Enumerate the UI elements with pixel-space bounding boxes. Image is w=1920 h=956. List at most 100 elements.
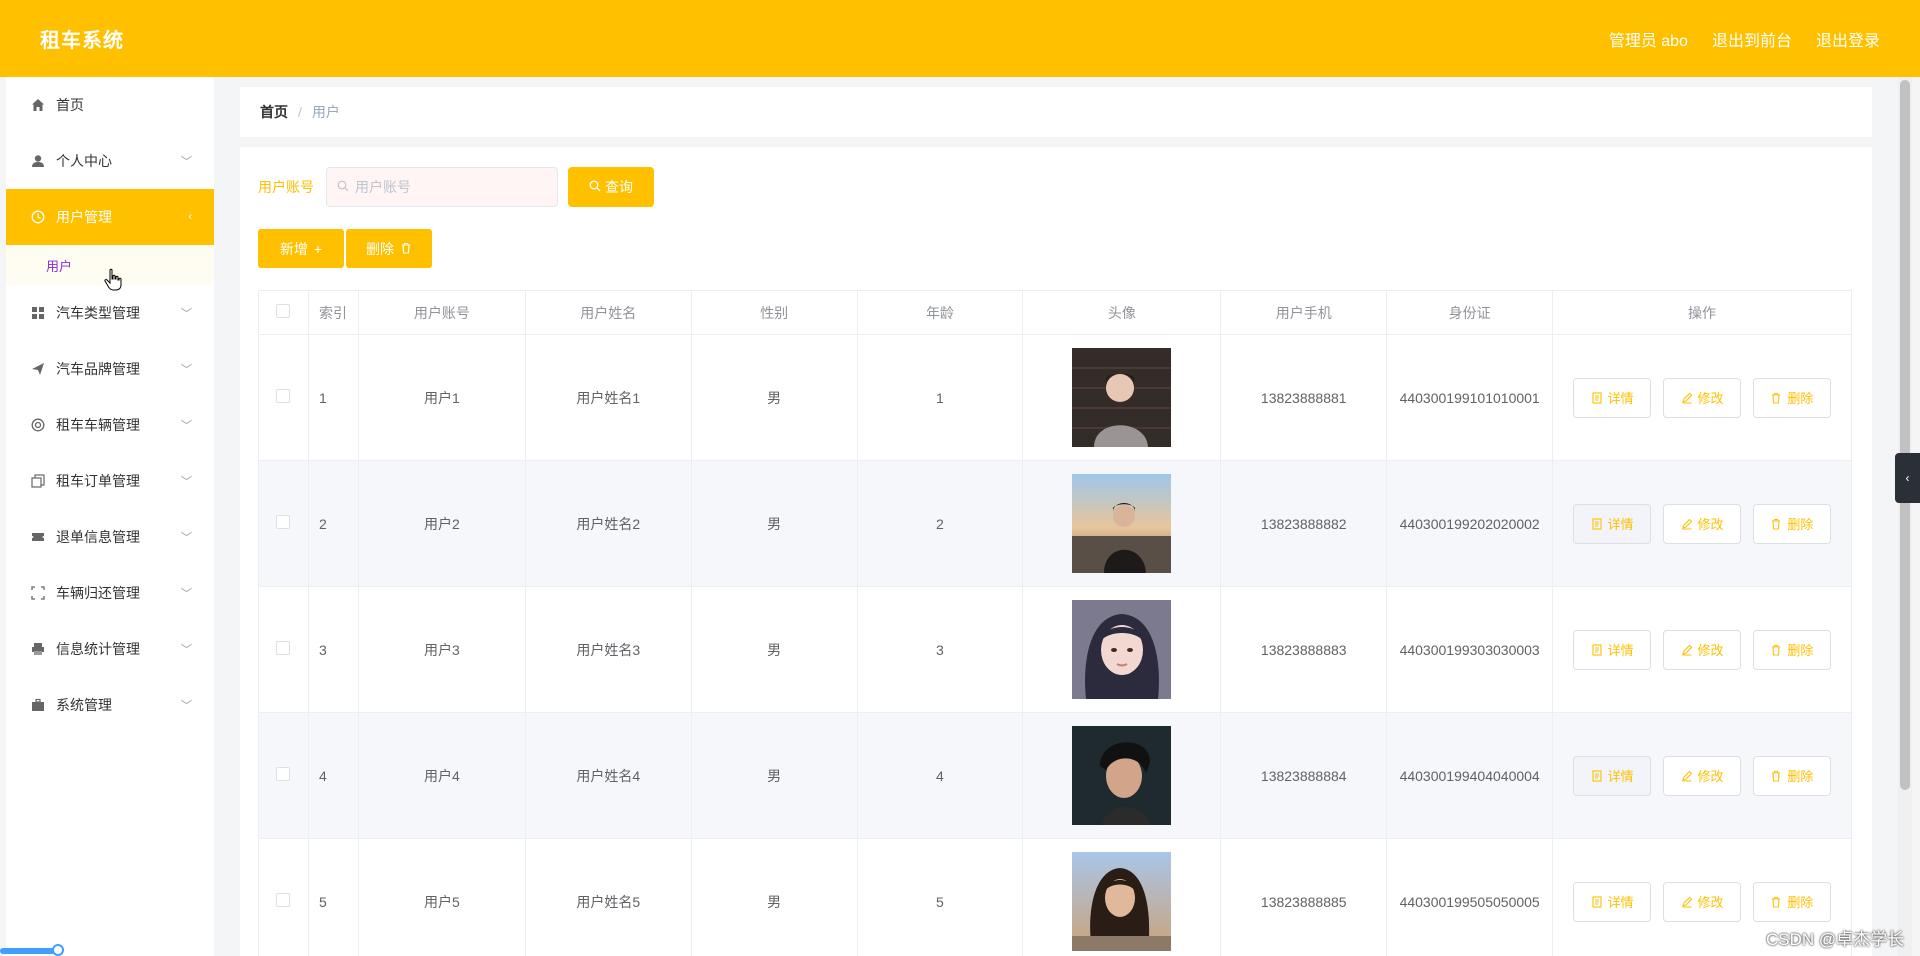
row-select-cell (258, 712, 309, 839)
row-select-cell (258, 586, 309, 713)
sidebar-item-statistics[interactable]: 信息统计管理 ﹀ (6, 621, 214, 677)
user-icon (30, 153, 46, 169)
avatar[interactable] (1072, 726, 1172, 825)
row-checkbox[interactable] (276, 893, 291, 907)
cell-operations: 详情 修改 删除 (1552, 460, 1852, 587)
detail-label: 详情 (1607, 769, 1634, 784)
batch-delete-button[interactable]: 删除 (346, 229, 432, 268)
cell-name: 用户姓名4 (525, 712, 692, 839)
avatar[interactable] (1072, 348, 1172, 447)
row-checkbox[interactable] (276, 767, 291, 781)
select-all-checkbox[interactable] (276, 304, 291, 318)
avatar[interactable] (1072, 852, 1172, 951)
sidebar-item-home[interactable]: 首页 (6, 77, 214, 133)
sidebar-item-car-brand[interactable]: 汽车品牌管理 ﹀ (6, 341, 214, 397)
edit-button[interactable]: 修改 (1663, 629, 1742, 670)
detail-button[interactable]: 详情 (1573, 629, 1652, 670)
detail-label: 详情 (1607, 517, 1634, 532)
sidebar-item-profile[interactable]: 个人中心 ﹀ (6, 133, 214, 189)
delete-button[interactable]: 删除 (1752, 377, 1831, 418)
table-row: 4 用户4 用户姓名4 男 4 13823888884 440300199404… (258, 712, 1852, 839)
sidebar-item-label: 系统管理 (56, 697, 112, 713)
breadcrumb: 首页 / 用户 (240, 87, 1872, 137)
cell-idcard: 440300199404040004 (1386, 712, 1554, 839)
to-front-link[interactable]: 退出到前台 (1712, 27, 1792, 51)
cell-name: 用户姓名5 (525, 838, 692, 956)
document-icon (1592, 895, 1602, 908)
edit-button[interactable]: 修改 (1663, 377, 1742, 418)
sidebar-item-vehicle-return[interactable]: 车辆归还管理 ﹀ (6, 565, 214, 621)
edit-button[interactable]: 修改 (1663, 881, 1742, 922)
logout-link[interactable]: 退出登录 (1816, 27, 1880, 51)
cell-operations: 详情 修改 删除 (1552, 712, 1852, 839)
column-header: 性别 (691, 290, 858, 335)
detail-button[interactable]: 详情 (1573, 377, 1652, 418)
row-checkbox[interactable] (276, 641, 291, 655)
cell-phone: 13823888883 (1220, 586, 1388, 713)
delete-label: 删除 (1787, 769, 1814, 784)
edit-button[interactable]: 修改 (1663, 755, 1742, 796)
row-select-cell (258, 838, 309, 956)
table-row: 5 用户5 用户姓名5 男 5 13823888885 440300199505… (258, 838, 1852, 956)
breadcrumb-home[interactable]: 首页 (260, 102, 288, 122)
row-checkbox[interactable] (276, 515, 291, 529)
sidebar-item-label: 租车车辆管理 (56, 417, 140, 433)
query-button[interactable]: 查询 (568, 167, 654, 207)
cell-avatar (1022, 460, 1222, 587)
chevron-left-icon: ‹ (188, 211, 192, 223)
lifebuoy-icon (30, 417, 46, 433)
row-select-cell (258, 334, 309, 461)
cell-gender: 男 (691, 712, 858, 839)
sidebar-item-rental-order[interactable]: 租车订单管理 ﹀ (6, 453, 214, 509)
delete-label: 删除 (1787, 391, 1814, 406)
delete-button[interactable]: 删除 (1752, 629, 1831, 670)
chevron-down-icon: ﹀ (181, 532, 192, 544)
detail-button[interactable]: 详情 (1573, 881, 1652, 922)
cell-gender: 男 (691, 460, 858, 587)
chevron-left-icon: ‹ (1905, 471, 1910, 485)
sidebar-item-system[interactable]: 系统管理 ﹀ (6, 677, 214, 733)
cell-account: 用户5 (358, 838, 526, 956)
scrollbar-thumb[interactable] (1900, 80, 1910, 790)
avatar[interactable] (1072, 600, 1172, 699)
cell-phone: 13823888882 (1220, 460, 1388, 587)
delete-button[interactable]: 删除 (1752, 503, 1831, 544)
document-icon (1592, 643, 1602, 656)
cell-idcard: 440300199101010001 (1386, 334, 1554, 461)
cell-age: 3 (857, 586, 1024, 713)
delete-button[interactable]: 删除 (1752, 881, 1831, 922)
admin-label: 管理员 abo (1608, 32, 1688, 50)
chevron-down-icon: ﹀ (181, 476, 192, 488)
cell-operations: 详情 修改 删除 (1552, 334, 1852, 461)
sidebar-item-refund[interactable]: 退单信息管理 ﹀ (6, 509, 214, 565)
search-icon (589, 179, 601, 195)
edit-icon (1681, 896, 1692, 908)
delete-button[interactable]: 删除 (1752, 755, 1831, 796)
detail-button[interactable]: 详情 (1573, 755, 1652, 796)
collapse-toggle[interactable]: ‹ (1895, 453, 1920, 503)
row-checkbox[interactable] (276, 389, 291, 403)
sidebar-item-rental-vehicle[interactable]: 租车车辆管理 ﹀ (6, 397, 214, 453)
add-button[interactable]: 新增 + (258, 229, 344, 268)
sidebar-item-label: 用户管理 (56, 209, 112, 225)
cell-phone: 13823888884 (1220, 712, 1388, 839)
ticket-icon (30, 529, 46, 545)
progress-handle[interactable] (52, 944, 64, 956)
cell-index: 1 (308, 334, 359, 461)
edit-button[interactable]: 修改 (1663, 503, 1742, 544)
header-actions: 管理员 abo 退出到前台 退出登录 (1609, 27, 1880, 51)
document-icon (1592, 517, 1602, 530)
search-input-wrapper[interactable] (326, 167, 558, 207)
sidebar-item-user-management[interactable]: 用户管理 ‹ (6, 189, 214, 245)
sidebar-item-label: 车辆归还管理 (56, 585, 140, 601)
cell-name: 用户姓名1 (525, 334, 692, 461)
avatar[interactable] (1072, 474, 1172, 573)
cell-index: 3 (308, 586, 359, 713)
cell-gender: 男 (691, 838, 858, 956)
fullscreen-icon (30, 585, 46, 601)
search-input[interactable] (355, 179, 545, 195)
detail-button[interactable]: 详情 (1573, 503, 1652, 544)
sidebar-item-label: 汽车品牌管理 (56, 361, 140, 377)
sidebar-item-car-type[interactable]: 汽车类型管理 ﹀ (6, 285, 214, 341)
home-icon (30, 97, 46, 113)
